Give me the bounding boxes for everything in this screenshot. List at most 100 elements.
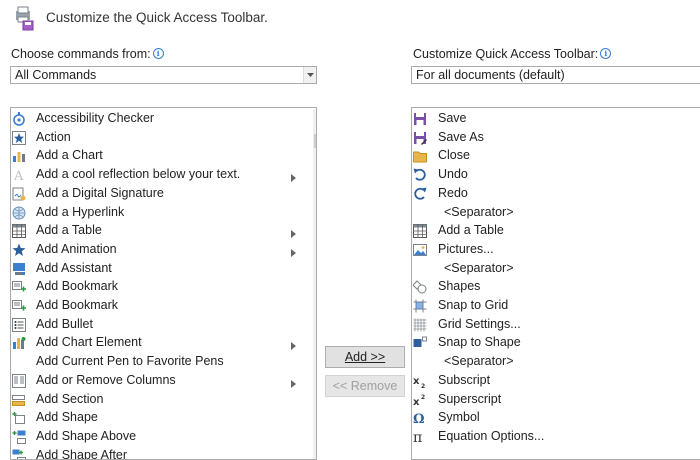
shape-after-icon [12, 449, 26, 459]
list-item-label: Snap to Grid [438, 298, 509, 312]
superscript-icon: x2 [413, 393, 427, 408]
list-item-label: Add Current Pen to Favorite Pens [36, 354, 224, 369]
subscript-icon: x2 [413, 374, 427, 390]
list-item-label: Add Shape [36, 410, 98, 425]
list-item[interactable]: Grid Settings... [412, 316, 700, 335]
chevron-down-icon[interactable] [303, 67, 316, 83]
separator-item[interactable]: <Separator> [412, 260, 700, 279]
qat-list[interactable]: Save Save As Close Undo Redo <Separator> Add a… [411, 107, 700, 460]
list-item[interactable]: Add Current Pen to Favorite Pens [11, 353, 316, 372]
list-item-label: Add or Remove Columns [36, 372, 176, 387]
list-item[interactable]: A Add a cool reflection below your text. [11, 166, 316, 185]
list-item[interactable]: Redo [412, 185, 700, 204]
list-item[interactable]: Shapes [412, 278, 700, 297]
list-item[interactable]: π Equation Options... [412, 428, 700, 447]
omega-icon: Ω [413, 411, 427, 427]
separator-item[interactable]: <Separator> [412, 204, 700, 223]
list-item-label: Add Shape After [36, 447, 128, 460]
list-item[interactable]: Add Animation [11, 241, 316, 260]
scroll-up-icon[interactable] [316, 111, 317, 116]
list-item[interactable]: Action [11, 129, 316, 148]
customize-qat-label: Customize Quick Access Toolbar: i [413, 47, 612, 61]
chart-element-icon [12, 336, 26, 350]
snap-grid-icon [413, 299, 427, 313]
list-item[interactable]: Undo [412, 166, 700, 185]
list-item-label: Add a Table [438, 223, 504, 238]
list-item-label: <Separator> [444, 204, 514, 219]
pi-icon: π [413, 430, 427, 446]
qat-scope-value: For all documents (default) [416, 68, 565, 82]
svg-text:Ω: Ω [413, 412, 425, 425]
remove-button-label: << Remove [332, 379, 398, 393]
list-item[interactable]: Add Shape [11, 409, 316, 428]
info-icon[interactable]: i [600, 48, 612, 59]
list-item[interactable]: Snap to Shape [412, 334, 700, 353]
list-item[interactable]: Accessibility Checker [11, 110, 316, 129]
list-item-label: Add a Digital Signature [36, 185, 164, 200]
list-item[interactable]: Add Assistant [11, 260, 316, 279]
list-item-label: <Separator> [444, 354, 514, 369]
list-item-label: Add Shape Above [36, 428, 137, 443]
remove-button[interactable]: << Remove [325, 375, 405, 397]
list-item[interactable]: Add Chart Element [11, 334, 316, 353]
list-item[interactable]: Save [412, 110, 700, 129]
list-item-label: Pictures... [438, 241, 494, 256]
list-item-label: Superscript [438, 391, 502, 406]
list-item-label: Grid Settings... [438, 316, 521, 331]
info-icon[interactable]: i [152, 48, 164, 59]
list-item[interactable]: Add a Table [412, 222, 700, 241]
svg-text:x: x [413, 376, 420, 387]
submenu-arrow-icon [291, 171, 296, 185]
list-item[interactable]: Save As [412, 129, 700, 148]
list-item[interactable]: Add Section [11, 391, 316, 410]
list-item[interactable]: Snap to Grid [412, 297, 700, 316]
redo-icon [413, 187, 427, 201]
separator-item[interactable]: <Separator> [412, 353, 700, 372]
assistant-icon [12, 262, 26, 276]
list-item[interactable]: x 2 Subscript [412, 372, 700, 391]
undo-icon [413, 168, 427, 182]
list-item[interactable]: Add a Hyperlink [11, 204, 316, 223]
table-icon [413, 224, 427, 239]
choose-commands-label: Choose commands from: i [11, 47, 164, 61]
commands-from-dropdown[interactable]: All Commands [10, 66, 317, 84]
list-item[interactable]: Ω Symbol [412, 409, 700, 428]
submenu-arrow-icon [291, 246, 296, 260]
commands-list[interactable]: Accessibility Checker Action Add a Chart A A… [10, 107, 317, 460]
snap-shape-icon [413, 336, 427, 350]
list-item[interactable]: Add Bookmark [11, 297, 316, 316]
bullet-icon [12, 317, 26, 332]
list-item[interactable]: Add a Table [11, 222, 316, 241]
svg-text:2: 2 [421, 383, 425, 388]
add-button[interactable]: Add >> [325, 346, 405, 368]
list-item-label: Add Bookmark [36, 279, 118, 294]
list-item-label: Add a Table [36, 223, 102, 238]
list-item-label: Snap to Shape [438, 335, 521, 350]
list-item[interactable]: Add Bullet [11, 316, 316, 335]
list-item[interactable]: Pictures... [412, 241, 700, 260]
list-item[interactable]: Close [412, 147, 700, 166]
list-item-label: Subscript [438, 372, 491, 387]
list-item[interactable]: Add or Remove Columns [11, 372, 316, 391]
list-item-label: Add Bullet [36, 316, 93, 331]
bookmark-icon [12, 299, 26, 313]
list-item[interactable]: Add Bookmark [11, 278, 316, 297]
animation-star-icon [12, 243, 26, 257]
list-item[interactable]: Add a Digital Signature [11, 185, 316, 204]
qat-customize-icon [13, 5, 35, 31]
list-item[interactable]: Add Shape Above [11, 428, 316, 447]
choose-commands-text: Choose commands from: [11, 47, 151, 61]
section-icon [12, 393, 26, 407]
submenu-arrow-icon [291, 377, 296, 391]
shape-above-icon [12, 430, 26, 444]
chart-icon [12, 149, 26, 163]
list-item-label: Add Section [36, 391, 104, 406]
qat-scope-dropdown[interactable]: For all documents (default) [411, 66, 700, 84]
accessibility-checker-icon [12, 112, 26, 126]
customize-qat-text: Customize Quick Access Toolbar: [413, 47, 599, 61]
pictures-icon [413, 243, 427, 257]
list-item[interactable]: Add Shape After [11, 447, 316, 460]
list-item[interactable]: x 2 Superscript [412, 391, 700, 410]
list-item[interactable]: Add a Chart [11, 147, 316, 166]
hyperlink-icon [12, 206, 26, 220]
